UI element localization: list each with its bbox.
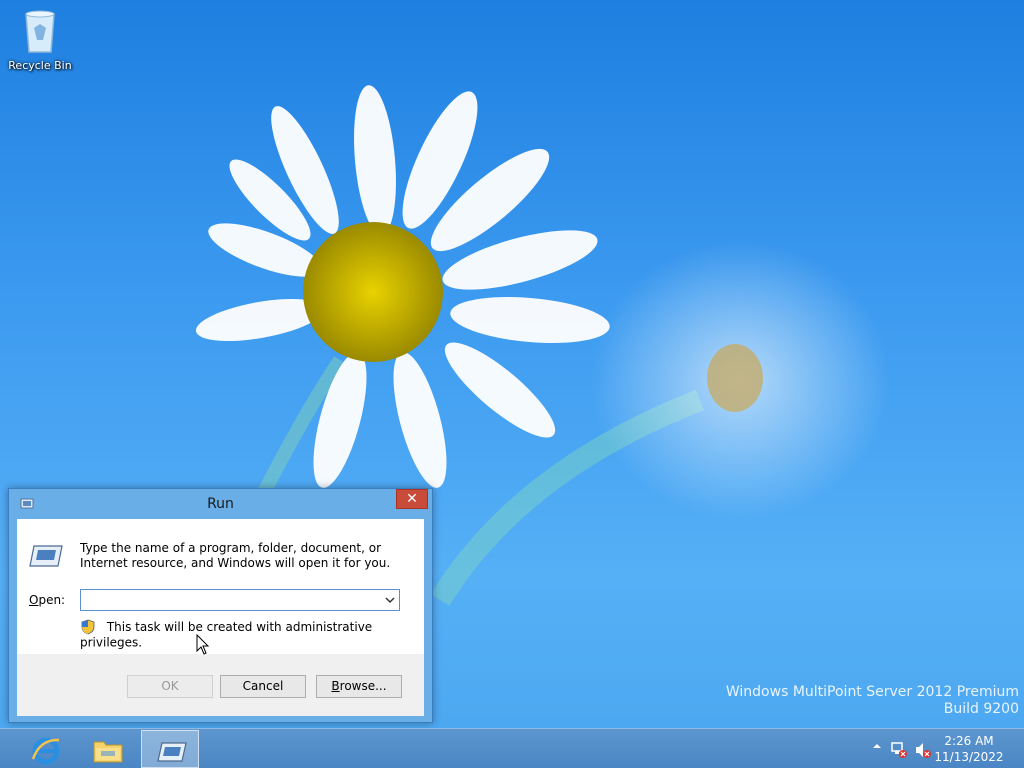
ok-button[interactable]: OK <box>127 675 213 698</box>
show-hidden-icons-icon[interactable] <box>872 741 882 751</box>
admin-notice: This task will be created with administr… <box>80 619 424 650</box>
dialog-title: Run <box>207 496 234 512</box>
dialog-description: Type the name of a program, folder, docu… <box>80 541 391 570</box>
watermark-build: Build 9200 <box>943 701 1019 717</box>
taskbar-run[interactable] <box>141 730 199 768</box>
close-button[interactable]: ✕ <box>396 489 428 509</box>
desktop-icon-label: Recycle Bin <box>8 59 72 72</box>
dialog-titlebar[interactable]: Run ✕ <box>9 489 432 519</box>
browse-button[interactable]: Browse... <box>316 675 402 698</box>
chevron-down-icon[interactable] <box>384 593 396 607</box>
run-dialog: Run ✕ Type the name of a program, folder… <box>8 488 433 723</box>
volume-muted-icon[interactable] <box>914 741 932 759</box>
os-watermark: Windows MultiPoint Server 2012 Premium B… <box>726 684 1019 718</box>
taskbar-internet-explorer[interactable] <box>17 730 75 768</box>
cancel-button[interactable]: Cancel <box>220 675 306 698</box>
watermark-edition: Windows MultiPoint Server 2012 Premium <box>725 684 1019 700</box>
taskbar-clock[interactable]: 2:26 AM 11/13/2022 <box>934 733 1004 765</box>
mouse-cursor-icon <box>196 634 210 655</box>
dialog-body: Type the name of a program, folder, docu… <box>17 519 424 716</box>
taskbar: 2:26 AM 11/13/2022 <box>0 728 1024 768</box>
clock-date: 11/13/2022 <box>934 750 1004 764</box>
folder-icon <box>93 741 123 763</box>
admin-notice-text: This task will be created with administr… <box>80 620 373 650</box>
open-label-text: pen: <box>38 593 66 607</box>
taskbar-file-explorer[interactable] <box>79 730 137 768</box>
browse-accel: B <box>331 679 340 693</box>
run-icon <box>29 545 63 567</box>
open-combobox[interactable] <box>80 589 400 611</box>
network-disconnected-icon[interactable] <box>890 741 908 759</box>
run-icon <box>157 742 187 762</box>
open-label: Open: <box>29 593 65 607</box>
recycle-bin-icon <box>25 10 55 53</box>
browse-label: rowse... <box>339 679 387 693</box>
desktop-icon-recycle-bin[interactable]: Recycle Bin <box>6 6 74 72</box>
internet-explorer-icon <box>31 737 60 765</box>
clock-time: 2:26 AM <box>944 734 994 748</box>
uac-shield-icon <box>81 619 95 635</box>
